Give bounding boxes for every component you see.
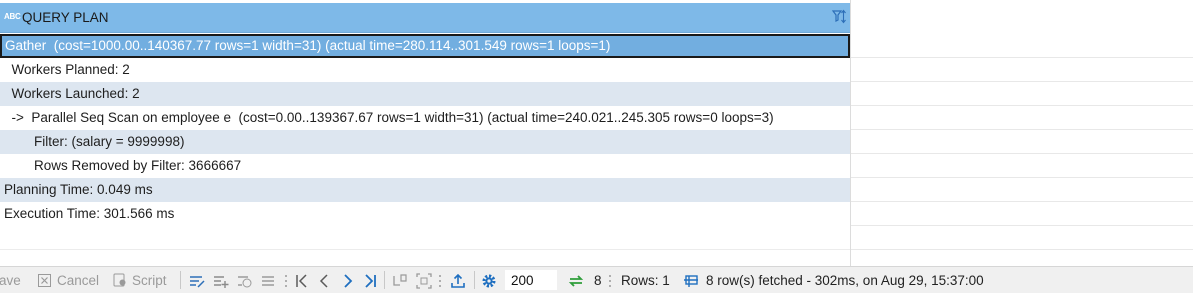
plan-row-text: Workers Planned: 2 — [4, 62, 130, 77]
fetch-size-input[interactable] — [505, 270, 557, 290]
plan-row-text: Filter: (salary = 9999998) — [4, 134, 185, 149]
plan-row-text: Rows Removed by Filter: 3666667 — [4, 158, 242, 173]
plan-row-text: Execution Time: 301.566 ms — [4, 206, 175, 221]
filter-sort-icon[interactable] — [832, 9, 846, 25]
plan-row[interactable]: Workers Launched: 2 — [0, 82, 850, 106]
plan-row[interactable]: -> Parallel Seq Scan on employee e (cost… — [0, 106, 850, 130]
edit-row-icon[interactable] — [189, 273, 205, 289]
script-button[interactable]: Script — [132, 273, 167, 288]
fetch-all-icon[interactable] — [416, 273, 432, 289]
next-page-icon[interactable] — [340, 273, 356, 289]
grip-icon — [609, 275, 611, 287]
plan-row-text: -> Parallel Seq Scan on employee e (cost… — [4, 110, 774, 125]
results-toolbar: Save Cancel Script — [0, 266, 1193, 293]
plan-row-text: Gather (cost=1000.00..140367.77 rows=1 w… — [5, 38, 611, 53]
text-type-icon: ABC — [4, 12, 21, 21]
column-divider — [850, 0, 851, 266]
plan-row[interactable]: Rows Removed by Filter: 3666667 — [0, 154, 850, 178]
export-icon[interactable] — [450, 273, 466, 289]
results-grid: ABC QUERY PLAN Gather (cost=1000.00..140… — [0, 0, 1193, 266]
copy-row-icon[interactable] — [237, 273, 253, 289]
settings-icon[interactable] — [481, 273, 497, 289]
column-title: QUERY PLAN — [22, 10, 109, 25]
plan-row[interactable]: Gather (cost=1000.00..140367.77 rows=1 w… — [0, 34, 850, 58]
prev-page-icon[interactable] — [316, 273, 332, 289]
delete-row-icon[interactable] — [261, 273, 277, 289]
plan-row-text: Workers Launched: 2 — [4, 86, 140, 101]
save-button[interactable]: Save — [0, 273, 21, 288]
plan-row[interactable]: Workers Planned: 2 — [0, 58, 850, 82]
script-icon — [113, 273, 126, 287]
plan-row[interactable]: Planning Time: 0.049 ms — [0, 178, 850, 202]
first-page-icon[interactable] — [294, 273, 310, 289]
add-row-icon[interactable] — [213, 273, 229, 289]
grid-empty-area — [850, 33, 1193, 266]
empty-row — [0, 226, 850, 250]
rows-count-label: Rows: 1 — [621, 273, 670, 288]
grip-icon — [285, 275, 287, 287]
refresh-count: 8 — [594, 273, 602, 288]
column-header-query-plan[interactable]: ABC QUERY PLAN — [0, 3, 850, 33]
panel-icon[interactable] — [683, 273, 699, 289]
grip-icon — [439, 275, 441, 287]
cancel-icon — [38, 274, 51, 287]
status-message: 8 row(s) fetched - 302ms, on Aug 29, 15:… — [706, 273, 984, 288]
cancel-button[interactable]: Cancel — [57, 273, 99, 288]
plan-row-text: Planning Time: 0.049 ms — [4, 182, 153, 197]
fetch-next-icon[interactable] — [392, 273, 408, 289]
last-page-icon[interactable] — [362, 273, 378, 289]
plan-row[interactable]: Filter: (salary = 9999998) — [0, 130, 850, 154]
refresh-icon[interactable] — [568, 273, 584, 289]
plan-row[interactable]: Execution Time: 301.566 ms — [0, 202, 850, 226]
